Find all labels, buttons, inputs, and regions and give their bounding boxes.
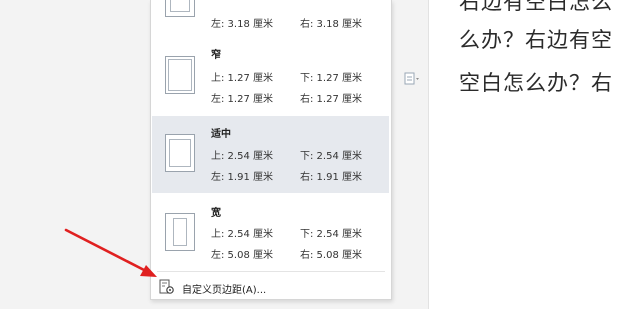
margin-left-value: 左: 1.91 厘米	[211, 172, 273, 183]
document-page[interactable]: 右边有空白怎么 么办？右边有空 空白怎么办？右	[428, 0, 620, 309]
preset-name: 宽	[211, 208, 221, 219]
margin-left-value: 左: 5.08 厘米	[211, 250, 273, 261]
margin-preview-icon	[165, 0, 195, 17]
margin-preset-moderate[interactable]: 适中 上: 2.54 厘米 下: 2.54 厘米 左: 1.91 厘米 右: 1…	[152, 116, 389, 193]
margin-top-value: 上: 2.54 厘米	[211, 151, 273, 162]
margin-top-value: 上: 2.54 厘米	[211, 229, 273, 240]
paragraph-layout-icon[interactable]	[404, 72, 420, 86]
margin-preview-icon	[165, 56, 195, 94]
margin-left-value: 左: 1.27 厘米	[211, 94, 273, 105]
document-text-line[interactable]: 么办？右边有空	[459, 24, 613, 54]
preset-name: 适中	[211, 129, 231, 140]
margin-preset-wide[interactable]: 宽 上: 2.54 厘米 下: 2.54 厘米 左: 5.08 厘米 右: 5.…	[152, 194, 389, 271]
document-text-line[interactable]: 右边有空白怎么	[459, 0, 613, 16]
margin-right-value: 右: 1.27 厘米	[300, 94, 362, 105]
margin-top-value: 上: 1.27 厘米	[211, 73, 273, 84]
margin-right-value: 右: 5.08 厘米	[300, 250, 362, 261]
menu-divider	[157, 271, 385, 272]
margin-right-value: 右: 3.18 厘米	[300, 19, 362, 30]
custom-margins-gear-icon	[159, 279, 174, 294]
margin-right-value: 右: 1.91 厘米	[300, 172, 362, 183]
margin-preset-normal[interactable]: 左: 3.18 厘米 右: 3.18 厘米	[152, 0, 389, 31]
page-margins-dropdown: 左: 3.18 厘米 右: 3.18 厘米 窄 上: 1.27 厘米 下: 1.…	[150, 0, 392, 300]
preset-name: 窄	[211, 50, 221, 61]
custom-margins-label: 自定义页边距(A)...	[182, 285, 267, 296]
margin-preview-icon	[165, 134, 195, 172]
margin-bottom-value: 下: 1.27 厘米	[300, 73, 362, 84]
custom-margins-menu-item[interactable]: 自定义页边距(A)...	[152, 277, 389, 297]
margin-preview-icon	[165, 213, 195, 251]
margin-left-value: 左: 3.18 厘米	[211, 19, 273, 30]
margin-bottom-value: 下: 2.54 厘米	[300, 229, 362, 240]
margin-preset-narrow[interactable]: 窄 上: 1.27 厘米 下: 1.27 厘米 左: 1.27 厘米 右: 1.…	[152, 38, 389, 115]
document-text-line[interactable]: 空白怎么办？右	[459, 67, 613, 97]
margin-bottom-value: 下: 2.54 厘米	[300, 151, 362, 162]
